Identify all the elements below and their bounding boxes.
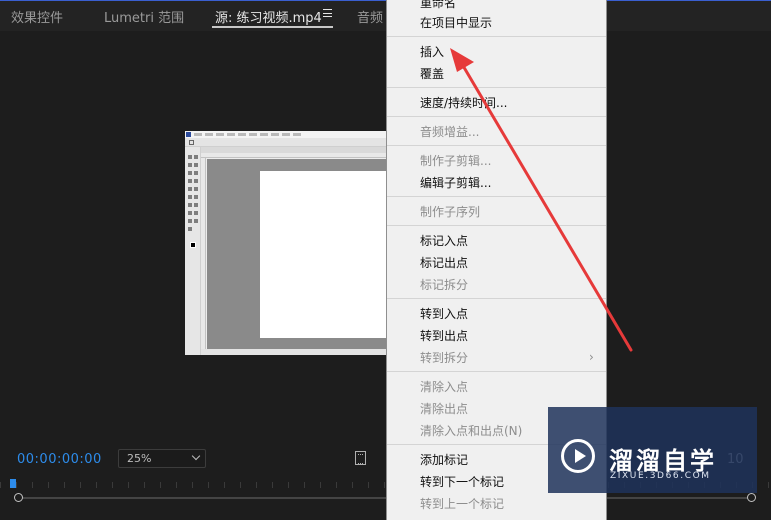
ps-tool-icon xyxy=(188,219,192,223)
menu-item-clear-out[interactable]: 清除出点 xyxy=(420,400,468,417)
ps-menu-item xyxy=(293,133,301,136)
ps-menubar xyxy=(185,131,386,138)
menu-separator xyxy=(387,36,606,37)
ps-menu-item xyxy=(205,133,213,136)
menu-separator xyxy=(387,225,606,226)
zoom-level-value: 25% xyxy=(127,452,152,465)
tab-source-monitor[interactable]: 源: 练习视频.mp4 xyxy=(215,7,322,26)
menu-item-make-subsequence[interactable]: 制作子序列 xyxy=(420,203,480,220)
menu-item-clear-in-and-out[interactable]: 清除入点和出点(N) xyxy=(420,422,522,439)
playhead-timecode[interactable]: 00:00:00:00 xyxy=(17,452,102,467)
menu-separator xyxy=(387,196,606,197)
ps-menu-item xyxy=(194,133,202,136)
menu-item-reveal-in-project[interactable]: 在项目中显示 xyxy=(420,14,492,31)
ps-logo-icon xyxy=(186,132,191,137)
play-circle-icon xyxy=(561,439,595,473)
menu-item-mark-out[interactable]: 标记出点 xyxy=(420,254,468,271)
menu-item-edit-subclip[interactable]: 编辑子剪辑... xyxy=(420,174,491,191)
ps-status-bar xyxy=(201,349,386,355)
menu-item-speed-duration[interactable]: 速度/持续时间... xyxy=(420,94,508,111)
ps-menu-item xyxy=(249,133,257,136)
ps-color-swatch xyxy=(190,242,196,248)
watermark-logo: 溜溜自学 ZIXUE.3D66.COM xyxy=(548,407,757,493)
ps-tool-icon xyxy=(188,187,192,191)
active-tab-indicator xyxy=(212,26,333,28)
ps-menu-item xyxy=(282,133,290,136)
panel-menu-icon[interactable] xyxy=(323,9,332,17)
menu-separator xyxy=(387,87,606,88)
ps-options-bar xyxy=(185,138,386,147)
menu-item-overwrite[interactable]: 覆盖 xyxy=(420,65,444,82)
clip-settings-icon[interactable] xyxy=(355,451,366,465)
zoom-handle-left[interactable] xyxy=(14,493,23,502)
ps-tool-icon xyxy=(194,219,198,223)
ps-tool-icon xyxy=(194,195,198,199)
ps-menu-item xyxy=(260,133,268,136)
menu-item-make-subclip[interactable]: 制作子剪辑... xyxy=(420,152,491,169)
menu-item-rename[interactable]: 重命名 xyxy=(420,0,456,11)
playhead-marker[interactable] xyxy=(10,479,16,488)
menu-item-go-to-out[interactable]: 转到出点 xyxy=(420,327,468,344)
ps-tool-icon xyxy=(194,187,198,191)
ps-tool-icon xyxy=(194,155,198,159)
ps-ruler-horizontal xyxy=(201,153,386,158)
ps-tool-icon xyxy=(194,203,198,207)
menu-item-mark-in[interactable]: 标记入点 xyxy=(420,232,468,249)
ps-toolbar xyxy=(185,147,201,355)
ps-tool-icon xyxy=(194,171,198,175)
menu-item-go-to-in[interactable]: 转到入点 xyxy=(420,305,468,322)
ps-menu-item xyxy=(216,133,224,136)
tab-lumetri-scopes[interactable]: Lumetri 范围 xyxy=(104,7,184,26)
ps-tool-icon xyxy=(188,179,192,183)
ps-tool-icon xyxy=(188,171,192,175)
ps-menu-item xyxy=(271,133,279,136)
menu-item-go-to-previous-marker[interactable]: 转到上一个标记 xyxy=(420,495,504,512)
menu-item-go-to-split[interactable]: 转到拆分 xyxy=(420,349,468,366)
ps-menu-item xyxy=(227,133,235,136)
menu-item-add-marker[interactable]: 添加标记 xyxy=(420,451,468,468)
ps-tool-icon xyxy=(194,179,198,183)
ps-canvas xyxy=(260,171,386,338)
menu-item-mark-split[interactable]: 标记拆分 xyxy=(420,276,468,293)
menu-separator xyxy=(387,298,606,299)
video-frame xyxy=(185,131,386,355)
ps-tool-icon xyxy=(194,163,198,167)
ps-tool-icon xyxy=(188,195,192,199)
menu-separator xyxy=(387,116,606,117)
tab-effect-controls[interactable]: 效果控件 xyxy=(11,7,63,26)
ps-tool-icon xyxy=(188,203,192,207)
zoom-level-select[interactable]: 25% xyxy=(118,449,206,468)
submenu-arrow-icon: › xyxy=(589,350,594,364)
ps-tool-icon xyxy=(188,163,192,167)
tab-audio[interactable]: 音频 xyxy=(357,7,383,26)
ps-ruler-vertical xyxy=(201,158,206,355)
ps-tool-icon xyxy=(188,227,192,231)
ps-tool-icon xyxy=(188,211,192,215)
menu-separator xyxy=(387,145,606,146)
ps-home-icon xyxy=(189,140,194,145)
menu-item-audio-gain[interactable]: 音频增益... xyxy=(420,123,479,140)
watermark-subtitle: ZIXUE.3D66.COM xyxy=(610,471,711,481)
ps-tool-icon xyxy=(194,211,198,215)
ps-menu-item xyxy=(238,133,246,136)
menu-separator xyxy=(387,371,606,372)
menu-item-insert[interactable]: 插入 xyxy=(420,43,444,60)
menu-item-clear-in[interactable]: 清除入点 xyxy=(420,378,468,395)
zoom-handle-right[interactable] xyxy=(747,493,756,502)
menu-item-go-to-next-marker[interactable]: 转到下一个标记 xyxy=(420,473,504,490)
ps-tool-icon xyxy=(188,155,192,159)
